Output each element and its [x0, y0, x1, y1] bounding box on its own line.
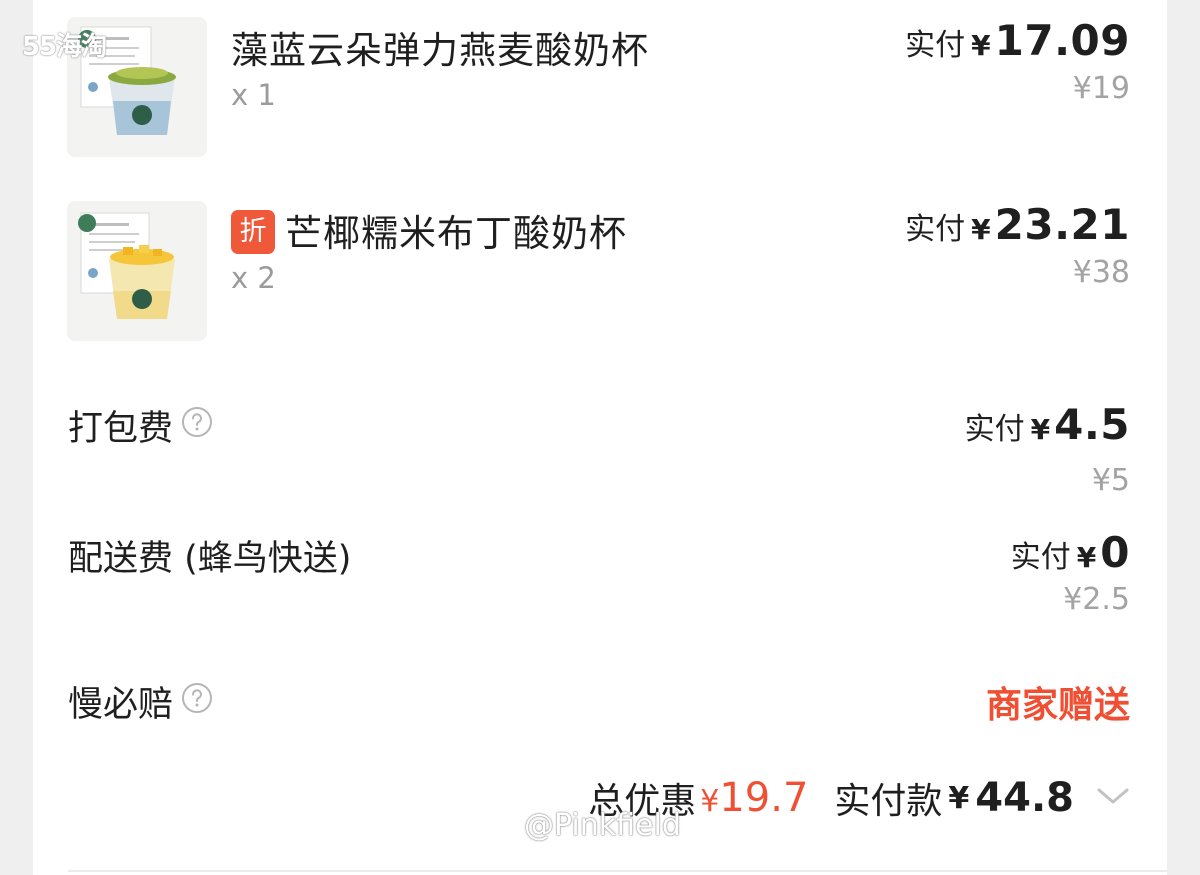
discount-amount: 19.7 [719, 775, 809, 821]
delivery-fee-label: 配送费 (蜂鸟快送) [68, 539, 352, 579]
merchant-gift-value: 商家赠送 [985, 685, 1130, 726]
divider [68, 870, 1167, 872]
original-price: ¥19 [1072, 71, 1130, 106]
product-quantity: x 1 [231, 78, 276, 112]
packing-fee-original: ¥5 [1091, 463, 1130, 498]
product-name: 折芒椰糯米布丁酸奶杯 [231, 203, 627, 258]
help-circle-icon[interactable] [181, 682, 213, 723]
watermark-top-left: 55海淘 [22, 32, 107, 62]
packing-fee-row: 打包费 [68, 400, 213, 451]
total-paid-currency: ¥ [948, 780, 970, 816]
paid-label: 实付 [1010, 540, 1071, 575]
paid-price: 实付 ¥23.21 [905, 200, 1130, 249]
paid-amount: 17.09 [994, 16, 1130, 65]
late-guarantee-row: 慢必赔 [68, 676, 213, 727]
original-price: ¥38 [1072, 255, 1130, 290]
paid-amount: 0 [1100, 528, 1130, 577]
delivery-fee-paid: 实付 ¥0 [1011, 528, 1130, 577]
product-name-text: 藻蓝云朵弹力燕麦酸奶杯 [231, 29, 649, 72]
product-image[interactable] [67, 201, 207, 341]
currency-symbol: ¥ [971, 29, 991, 62]
currency-symbol: ¥ [1076, 541, 1097, 574]
total-paid-label: 实付款 [834, 781, 943, 822]
total-discount: ¥19.7 [700, 775, 808, 821]
product-name: 藻蓝云朵弹力燕麦酸奶杯 [231, 20, 649, 74]
help-circle-icon[interactable] [181, 406, 213, 447]
total-paid-amount: 44.8 [975, 775, 1074, 821]
discount-currency: ¥ [700, 784, 720, 819]
paid-amount: 4.5 [1054, 400, 1130, 449]
chevron-down-icon[interactable] [1096, 786, 1130, 810]
currency-symbol: ¥ [1030, 413, 1051, 446]
product-quantity: x 2 [231, 261, 276, 295]
packing-fee-paid: 实付 ¥4.5 [965, 400, 1130, 449]
product-name-text: 芒椰糯米布丁酸奶杯 [285, 212, 627, 255]
currency-symbol: ¥ [971, 213, 991, 246]
paid-price: 实付 ¥17.09 [905, 16, 1130, 65]
paid-label: 实付 [905, 212, 966, 247]
packing-fee-label: 打包费 [68, 409, 174, 449]
late-guarantee-label: 慢必赔 [68, 685, 174, 725]
watermark-bottom: @Pinkfield [524, 808, 681, 843]
paid-label: 实付 [905, 28, 966, 63]
paid-amount: 23.21 [994, 200, 1130, 249]
delivery-fee-original: ¥2.5 [1063, 582, 1130, 617]
discount-badge: 折 [231, 209, 275, 254]
paid-label: 实付 [964, 412, 1025, 447]
